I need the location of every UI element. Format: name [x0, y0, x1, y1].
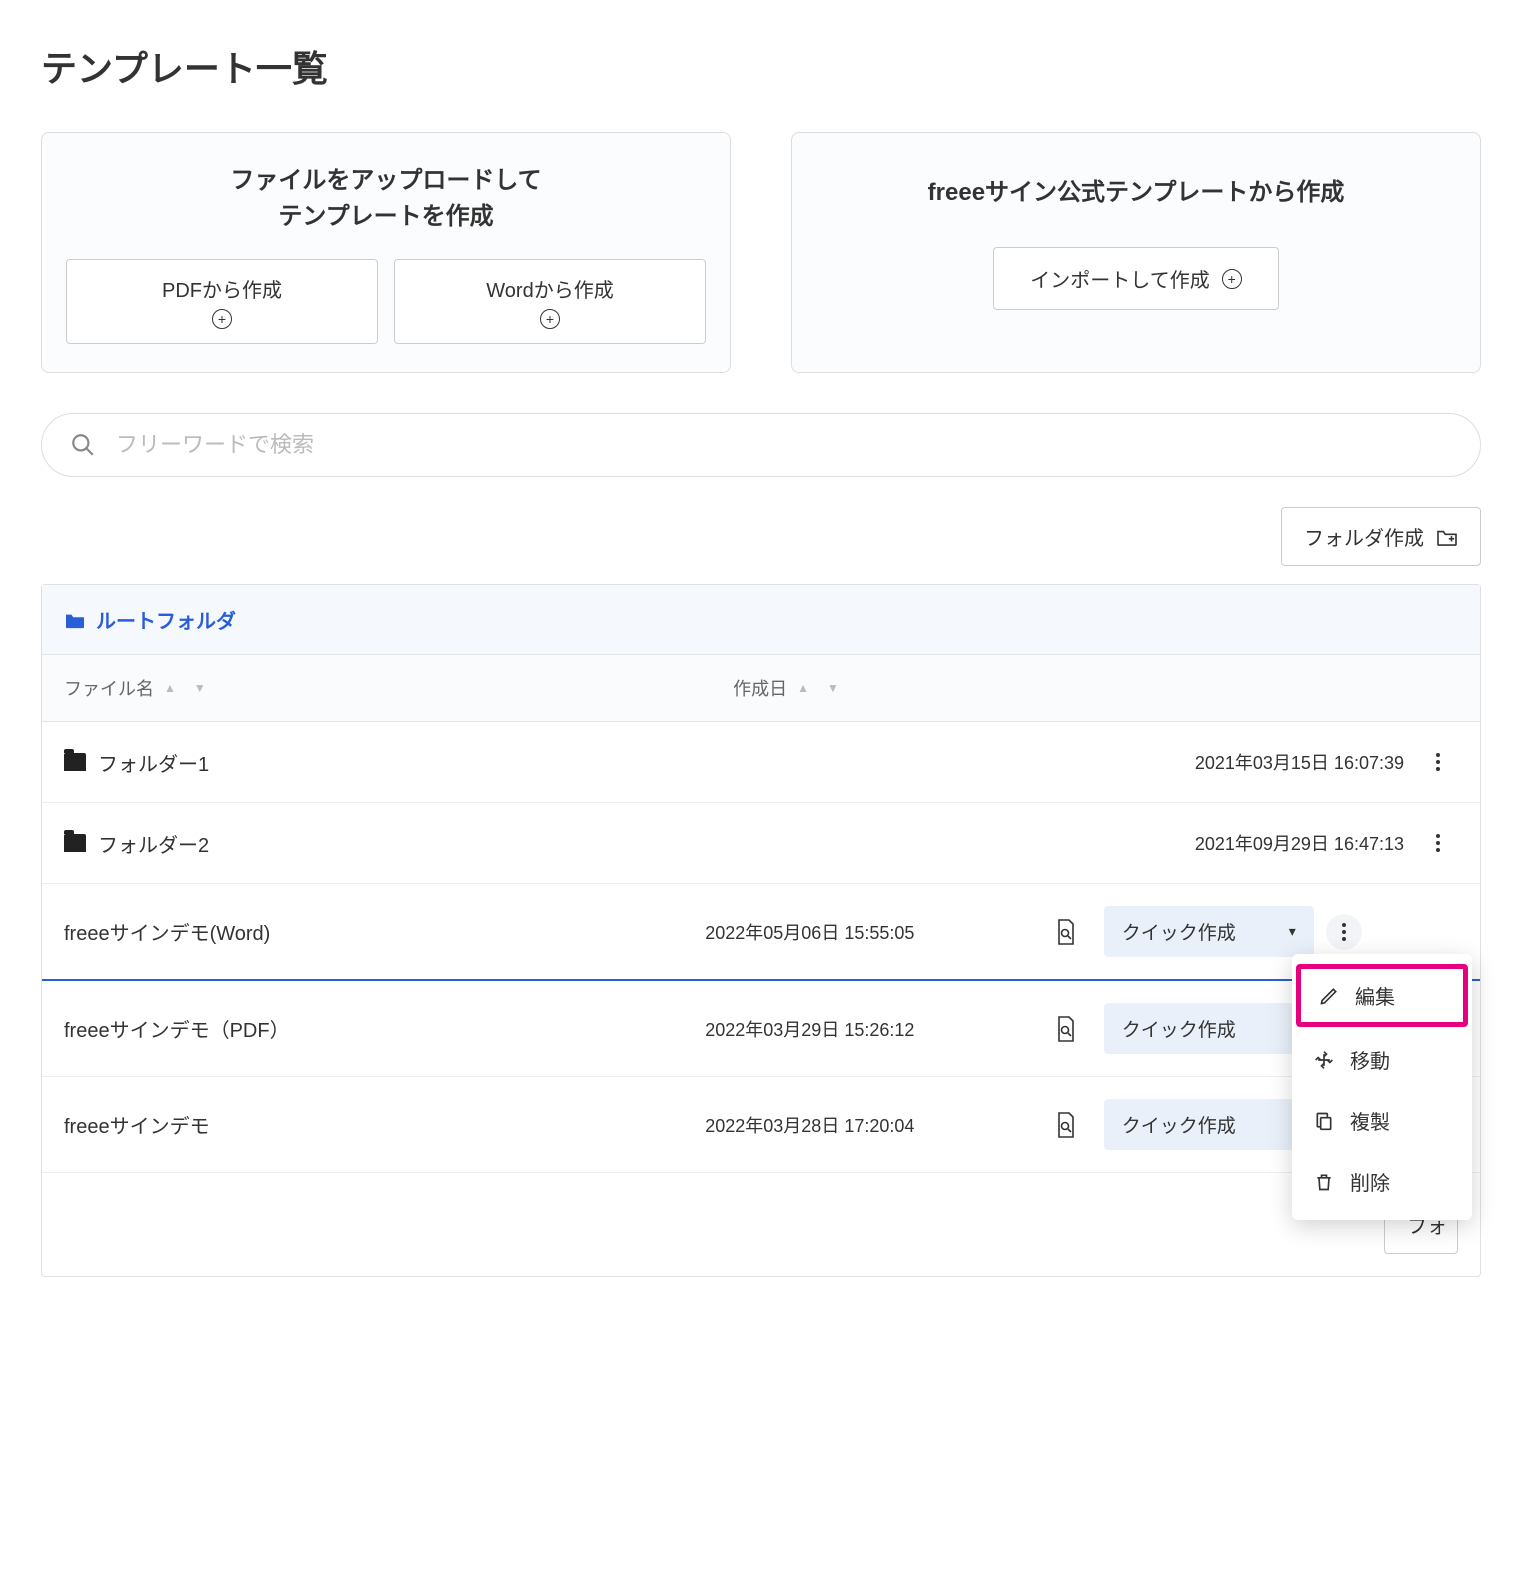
table-row[interactable]: freeeサインデモ(Word) 2022年05月06日 15:55:05 クイ…	[42, 884, 1480, 981]
template-listing: ルートフォルダ ファイル名 ▲▼ 作成日 ▲▼ フォルダー1 2021年03月1…	[41, 584, 1481, 1277]
breadcrumb-root: ルートフォルダ	[96, 605, 236, 634]
page-title: テンプレート一覧	[41, 40, 1481, 92]
preview-icon[interactable]	[1054, 918, 1078, 946]
search-input[interactable]	[116, 432, 1452, 458]
create-folder-button[interactable]: フォルダ作成	[1281, 507, 1481, 566]
import-create-button[interactable]: インポートして作成 +	[993, 247, 1278, 310]
menu-delete[interactable]: 削除	[1292, 1151, 1472, 1212]
move-icon	[1314, 1050, 1334, 1070]
create-from-pdf-button[interactable]: PDFから作成 +	[66, 259, 378, 344]
quick-create-label: クイック作成	[1122, 918, 1236, 945]
row-more-button[interactable]	[1326, 914, 1362, 950]
folder-icon	[64, 611, 86, 629]
chevron-down-icon: ▾	[1289, 923, 1296, 940]
search-bar[interactable]	[41, 413, 1481, 477]
plus-circle-icon: +	[212, 309, 232, 329]
quick-create-label: クイック作成	[1122, 1015, 1236, 1042]
menu-delete-label: 削除	[1350, 1167, 1390, 1196]
create-folder-label: フォルダ作成	[1304, 522, 1424, 551]
upload-card-title: ファイルをアップロードして テンプレートを作成	[66, 163, 706, 235]
row-more-button[interactable]	[1420, 744, 1456, 780]
import-create-label: インポートして作成	[1030, 264, 1209, 293]
folder-icon	[64, 753, 86, 771]
create-from-pdf-label: PDFから作成	[162, 274, 282, 303]
plus-circle-icon: +	[540, 309, 560, 329]
preview-icon[interactable]	[1054, 1111, 1078, 1139]
row-date: 2021年09月29日 16:47:13	[1195, 830, 1418, 856]
col-created[interactable]: 作成日 ▲▼	[733, 675, 1068, 701]
preview-icon[interactable]	[1054, 1015, 1078, 1043]
upload-title-line1: ファイルをアップロードして	[230, 167, 541, 194]
kebab-icon	[1436, 753, 1440, 771]
plus-circle-icon: +	[1222, 269, 1242, 289]
upload-card: ファイルをアップロードして テンプレートを作成 PDFから作成 + Wordから…	[41, 132, 731, 373]
list-header: ファイル名 ▲▼ 作成日 ▲▼	[42, 655, 1480, 722]
kebab-icon	[1342, 923, 1346, 941]
sort-arrows[interactable]: ▲▼	[164, 681, 206, 695]
trash-icon	[1314, 1172, 1334, 1192]
menu-edit-label: 編集	[1355, 981, 1395, 1010]
breadcrumb[interactable]: ルートフォルダ	[42, 585, 1480, 655]
menu-edit[interactable]: 編集	[1296, 964, 1468, 1027]
col-filename[interactable]: ファイル名 ▲▼	[64, 675, 733, 701]
kebab-icon	[1436, 834, 1440, 852]
sort-arrows[interactable]: ▲▼	[797, 681, 839, 695]
context-menu: 編集 移動 複製 削除	[1292, 954, 1472, 1220]
search-icon	[70, 432, 96, 458]
menu-move-label: 移動	[1350, 1045, 1390, 1074]
quick-create-dropdown[interactable]: クイック作成	[1104, 1099, 1314, 1150]
pencil-icon	[1319, 986, 1339, 1006]
quick-create-dropdown[interactable]: クイック作成	[1104, 1003, 1314, 1054]
menu-move[interactable]: 移動	[1292, 1029, 1472, 1090]
row-name: freeeサインデモ	[64, 1110, 210, 1139]
row-date: 2022年03月28日 17:20:04	[705, 1112, 1054, 1138]
new-folder-icon	[1436, 528, 1458, 546]
table-row[interactable]: フォルダー2 2021年09月29日 16:47:13	[42, 803, 1480, 884]
table-row[interactable]: フォルダー1 2021年03月15日 16:07:39	[42, 722, 1480, 803]
create-from-word-button[interactable]: Wordから作成 +	[394, 259, 706, 344]
create-from-word-label: Wordから作成	[486, 274, 613, 303]
listing-footer: フォ	[42, 1173, 1480, 1276]
official-card-title: freeeサイン公式テンプレートから作成	[816, 175, 1456, 211]
row-date: 2022年05月06日 15:55:05	[705, 919, 1054, 945]
table-row[interactable]: freeeサインデモ 2022年03月28日 17:20:04 クイック作成	[42, 1077, 1480, 1173]
create-cards-row: ファイルをアップロードして テンプレートを作成 PDFから作成 + Wordから…	[41, 132, 1481, 373]
row-name: フォルダー2	[98, 829, 209, 858]
menu-duplicate-label: 複製	[1350, 1106, 1390, 1135]
row-more-button[interactable]	[1420, 825, 1456, 861]
copy-icon	[1314, 1111, 1334, 1131]
row-date: 2022年03月29日 15:26:12	[705, 1016, 1054, 1042]
official-card: freeeサイン公式テンプレートから作成 インポートして作成 +	[791, 132, 1481, 373]
row-name: freeeサインデモ（PDF）	[64, 1014, 290, 1043]
upload-title-line2: テンプレートを作成	[278, 203, 493, 230]
quick-create-label: クイック作成	[1122, 1111, 1236, 1138]
quick-create-dropdown[interactable]: クイック作成 ▾	[1104, 906, 1314, 957]
col-created-label: 作成日	[733, 675, 787, 701]
row-name: フォルダー1	[98, 748, 209, 777]
menu-duplicate[interactable]: 複製	[1292, 1090, 1472, 1151]
row-date: 2021年03月15日 16:07:39	[1195, 749, 1418, 775]
table-row[interactable]: freeeサインデモ（PDF） 2022年03月29日 15:26:12 クイッ…	[42, 981, 1480, 1077]
row-name: freeeサインデモ(Word)	[64, 917, 270, 946]
col-filename-label: ファイル名	[64, 675, 154, 701]
folder-icon	[64, 834, 86, 852]
